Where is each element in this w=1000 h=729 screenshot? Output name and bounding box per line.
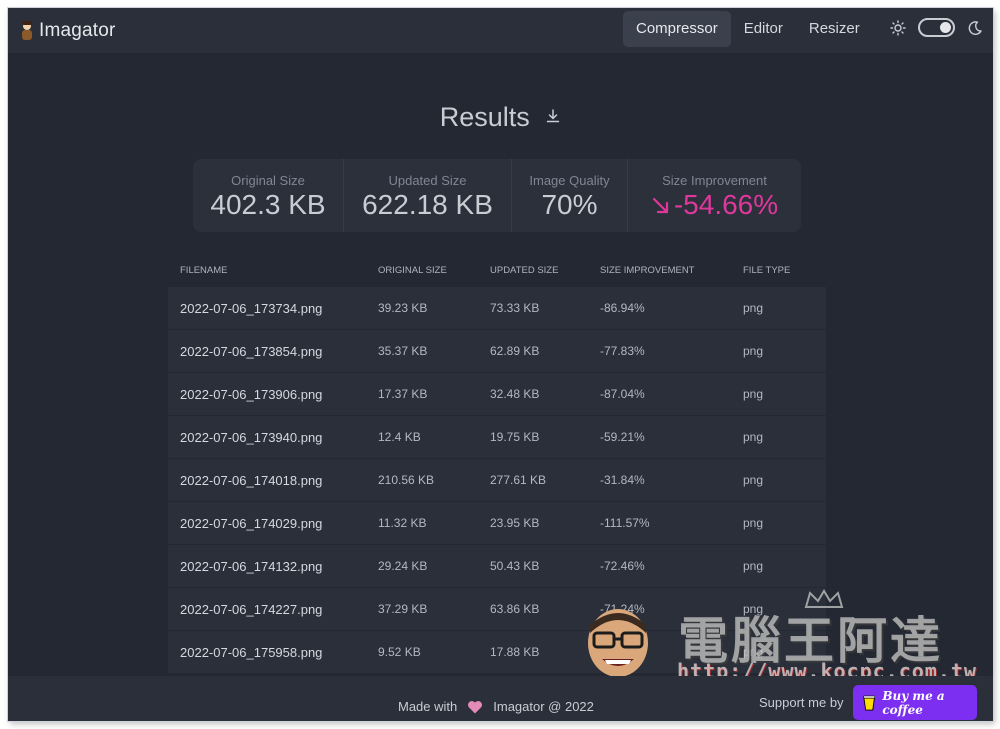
app-name: Imagator <box>39 19 116 41</box>
cell-size-improvement: -86.94% <box>600 301 645 315</box>
cell-original-size: 9.52 KB <box>378 645 421 659</box>
made-with-text: Made with <box>398 699 458 714</box>
brand[interactable]: Imagator <box>21 20 116 42</box>
stat-updated-size: Updated Size 622.18 KB <box>344 159 512 232</box>
cell-updated-size: 73.33 KB <box>490 301 540 315</box>
table-header: FILENAME ORIGINAL SIZE UPDATED SIZE SIZE… <box>168 253 826 287</box>
cell-file-type: png <box>743 559 764 573</box>
support-text: Support me by <box>759 695 844 710</box>
col-updated-size: UPDATED SIZE <box>490 264 559 276</box>
top-navbar: Imagator Compressor Editor Resizer <box>8 8 993 53</box>
table-row: 2022-07-06_174018.png 210.56 KB 277.61 K… <box>168 459 826 502</box>
heart-icon <box>468 700 483 713</box>
cell-updated-size: 277.61 KB <box>490 473 547 487</box>
moon-icon[interactable] <box>967 20 983 36</box>
stat-label: Original Size <box>231 173 305 188</box>
cell-size-improvement: -59.21% <box>600 430 645 444</box>
main-nav: Compressor Editor Resizer <box>623 11 873 47</box>
table-row: 2022-07-06_173734.png 39.23 KB 73.33 KB … <box>168 287 826 330</box>
cell-original-size: 210.56 KB <box>378 473 435 487</box>
cell-size-improvement: -87.04% <box>600 387 645 401</box>
table-row: 2022-07-06_173940.png 12.4 KB 19.75 KB -… <box>168 416 826 459</box>
cell-updated-size: 23.95 KB <box>490 516 540 530</box>
col-original-size: ORIGINAL SIZE <box>378 264 447 276</box>
col-filename: FILENAME <box>180 264 228 276</box>
cell-file-type: png <box>743 516 764 530</box>
results-stats: Original Size 402.3 KB Updated Size 622.… <box>193 159 801 232</box>
table-row: 2022-07-06_173906.png 17.37 KB 32.48 KB … <box>168 373 826 416</box>
cell-filename: 2022-07-06_175958.png <box>180 644 323 660</box>
cell-updated-size: 50.43 KB <box>490 559 540 573</box>
credit-text[interactable]: Imagator @ 2022 <box>493 699 594 714</box>
table-row: 2022-07-06_174029.png 11.32 KB 23.95 KB … <box>168 502 826 545</box>
cell-file-type: png <box>743 430 764 444</box>
results-title: Results <box>439 102 530 132</box>
cell-original-size: 17.37 KB <box>378 387 428 401</box>
watermark-mascot-icon <box>588 609 648 677</box>
logo-icon <box>21 20 33 40</box>
cell-size-improvement: -77.83% <box>600 344 645 358</box>
nav-editor[interactable]: Editor <box>731 11 796 47</box>
cell-file-type: png <box>743 473 764 487</box>
footer: Made with Imagator @ 2022 Support me by … <box>8 676 993 721</box>
col-file-type: FILE TYPE <box>743 264 791 276</box>
stat-label: Size Improvement <box>662 173 767 188</box>
stat-image-quality: Image Quality 70% <box>512 159 628 232</box>
cell-size-improvement: -72.46% <box>600 559 645 573</box>
cell-original-size: 29.24 KB <box>378 559 428 573</box>
stat-value: 402.3 KB <box>210 189 326 220</box>
cell-filename: 2022-07-06_174227.png <box>180 601 323 617</box>
stat-value: 70% <box>541 189 598 220</box>
app-window: Imagator Compressor Editor Resizer Resul… <box>8 8 993 721</box>
cell-original-size: 37.29 KB <box>378 602 428 616</box>
cell-filename: 2022-07-06_173906.png <box>180 386 323 402</box>
cell-original-size: 12.4 KB <box>378 430 421 444</box>
cell-original-size: 35.37 KB <box>378 344 428 358</box>
toggle-knob <box>940 22 951 33</box>
results-heading: Results <box>8 102 993 133</box>
theme-controls <box>890 18 983 37</box>
cell-filename: 2022-07-06_173854.png <box>180 343 323 359</box>
stat-label: Updated Size <box>388 173 467 188</box>
theme-toggle[interactable] <box>918 18 955 37</box>
col-size-improvement: SIZE IMPROVEMENT <box>600 264 695 276</box>
cell-original-size: 11.32 KB <box>378 516 427 530</box>
cell-updated-size: 32.48 KB <box>490 387 540 401</box>
nav-resizer[interactable]: Resizer <box>796 11 873 47</box>
cell-updated-size: 62.89 KB <box>490 344 540 358</box>
coffee-label: Buy me a coffee <box>882 688 945 717</box>
stat-value: 622.18 KB <box>362 189 493 220</box>
made-with-credit: Made with Imagator @ 2022 <box>398 699 594 714</box>
cell-original-size: 39.23 KB <box>378 301 428 315</box>
cell-size-improvement: -111.57% <box>600 516 650 530</box>
download-icon[interactable] <box>545 108 561 124</box>
cell-file-type: png <box>743 301 764 315</box>
trend-down-arrow-icon <box>652 197 668 214</box>
size-improvement-value: -54.66% <box>673 189 779 220</box>
table-row: 2022-07-06_173854.png 35.37 KB 62.89 KB … <box>168 330 826 373</box>
cell-updated-size: 19.75 KB <box>490 430 540 444</box>
cell-file-type: png <box>743 344 764 358</box>
sun-icon[interactable] <box>890 19 906 36</box>
stat-value: -54.66% <box>628 189 801 221</box>
nav-compressor[interactable]: Compressor <box>623 11 731 47</box>
cell-size-improvement: -31.84% <box>600 473 645 487</box>
cell-filename: 2022-07-06_173940.png <box>180 429 323 445</box>
coffee-cup-icon <box>863 695 876 711</box>
cell-filename: 2022-07-06_174018.png <box>180 472 323 488</box>
stat-label: Image Quality <box>529 173 610 188</box>
watermark: 電腦王阿達 http://www.kocpc.com.tw <box>582 585 976 685</box>
cell-filename: 2022-07-06_174132.png <box>180 558 323 574</box>
stat-size-improvement: Size Improvement -54.66% <box>628 159 801 232</box>
table-row: 2022-07-06_174132.png 29.24 KB 50.43 KB … <box>168 545 826 588</box>
cell-file-type: png <box>743 387 764 401</box>
cell-filename: 2022-07-06_173734.png <box>180 300 323 316</box>
cell-filename: 2022-07-06_174029.png <box>180 515 323 531</box>
buy-me-a-coffee-button[interactable]: Buy me a coffee <box>853 685 977 720</box>
stat-original-size: Original Size 402.3 KB <box>193 159 344 232</box>
